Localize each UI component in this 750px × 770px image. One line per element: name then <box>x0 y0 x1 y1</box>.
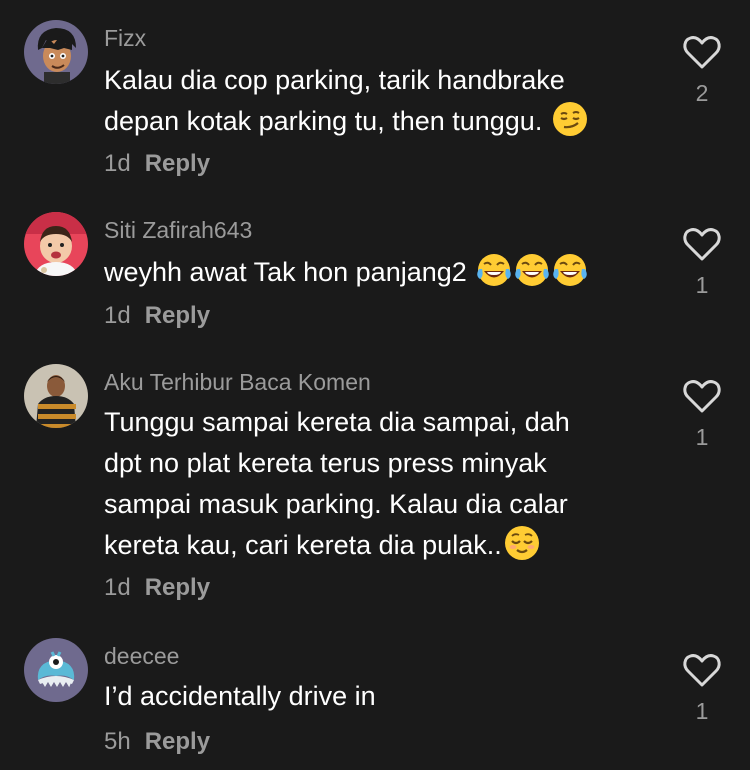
comment-text-line: I’d accidentally drive in <box>104 681 376 711</box>
tears-of-joy-emoji <box>552 252 588 288</box>
comment-text-line: Kalau dia cop parking, tarik handbrake <box>104 65 565 95</box>
comment-username[interactable]: deecee <box>104 642 179 670</box>
comment-meta: 1d Reply <box>104 150 210 178</box>
reply-button[interactable]: Reply <box>145 150 210 177</box>
tears-of-joy-emoji <box>514 252 550 288</box>
comment-text: weyhh awat Tak hon panjang2 <box>104 252 664 293</box>
comment-item: Fizx Kalau dia cop parking, tarik handbr… <box>0 20 750 190</box>
like-count: 2 <box>695 80 709 106</box>
reply-button[interactable]: Reply <box>145 728 210 755</box>
avatar[interactable] <box>24 20 88 84</box>
comment-text-line: sampai masuk parking. Kalau dia calar <box>104 489 568 519</box>
comment-text: I’d accidentally drive in <box>104 676 664 717</box>
comment-text: Kalau dia cop parking, tarik handbrake d… <box>104 60 664 142</box>
comment-text-line: weyhh awat Tak hon panjang2 <box>104 252 664 293</box>
heart-outline-icon[interactable] <box>682 378 722 419</box>
comment-timestamp: 5h <box>104 728 131 755</box>
comment-text-span: depan kotak parking tu, then tunggu. <box>104 106 543 136</box>
like-control[interactable]: 1 <box>682 652 722 725</box>
smirking-face-emoji <box>552 101 588 137</box>
comment-text-line: dpt no plat kereta terus press minyak <box>104 448 547 478</box>
reply-button[interactable]: Reply <box>145 302 210 329</box>
comment-meta: 5h Reply <box>104 728 210 756</box>
heart-outline-icon[interactable] <box>682 226 722 267</box>
relieved-face-emoji <box>504 525 540 561</box>
heart-outline-icon[interactable] <box>682 652 722 693</box>
like-control[interactable]: 2 <box>682 34 722 107</box>
avatar[interactable] <box>24 638 88 702</box>
comment-username[interactable]: Aku Terhibur Baca Komen <box>104 368 371 396</box>
comment-text-line: Tunggu sampai kereta dia sampai, dah <box>104 407 570 437</box>
like-count: 1 <box>695 698 709 724</box>
comment-timestamp: 1d <box>104 574 131 601</box>
comment-username[interactable]: Siti Zafirah643 <box>104 216 252 244</box>
comment-text: Tunggu sampai kereta dia sampai, dah dpt… <box>104 402 664 566</box>
like-count: 1 <box>695 424 709 450</box>
comment-text-span: kereta kau, cari kereta dia pulak.. <box>104 530 502 560</box>
avatar[interactable] <box>24 364 88 428</box>
comment-item: Aku Terhibur Baca Komen Tunggu sampai ke… <box>0 364 750 614</box>
heart-outline-icon[interactable] <box>682 34 722 75</box>
comment-timestamp: 1d <box>104 302 131 329</box>
like-control[interactable]: 1 <box>682 378 722 451</box>
comment-meta: 1d Reply <box>104 302 210 330</box>
comment-meta: 1d Reply <box>104 574 210 602</box>
avatar[interactable] <box>24 212 88 276</box>
like-control[interactable]: 1 <box>682 226 722 299</box>
comment-item: Siti Zafirah643 weyhh awat Tak hon panja… <box>0 212 750 342</box>
comment-timestamp: 1d <box>104 150 131 177</box>
like-count: 1 <box>695 272 709 298</box>
comment-item: deecee I’d accidentally drive in 5h Reply… <box>0 638 750 768</box>
comment-text-line: depan kotak parking tu, then tunggu. <box>104 101 664 142</box>
reply-button[interactable]: Reply <box>145 574 210 601</box>
tears-of-joy-emoji <box>476 252 512 288</box>
comment-text-line: kereta kau, cari kereta dia pulak.. <box>104 525 664 566</box>
comment-text-span: weyhh awat Tak hon panjang2 <box>104 257 467 287</box>
comment-username[interactable]: Fizx <box>104 24 146 52</box>
